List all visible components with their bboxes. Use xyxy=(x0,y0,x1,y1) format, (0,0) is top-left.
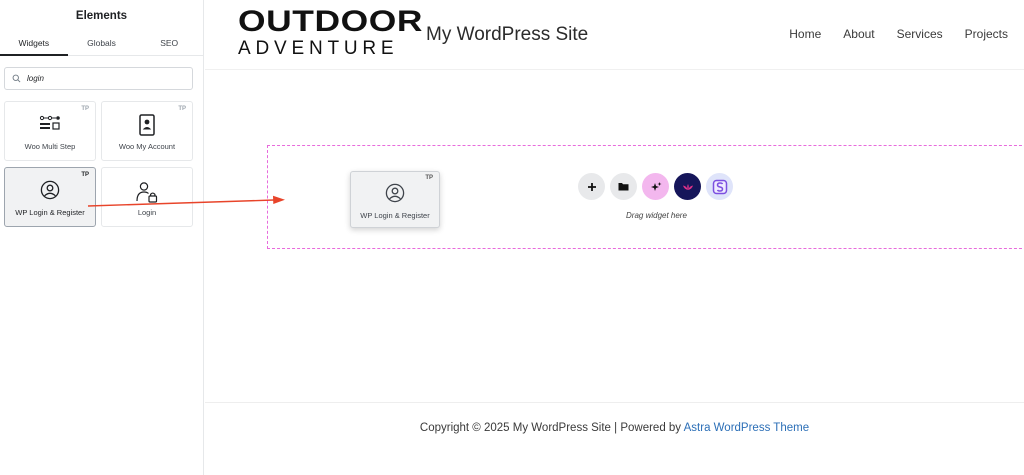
account-card-icon xyxy=(102,114,192,136)
drop-zone-actions xyxy=(578,173,738,200)
widget-woo-my-account[interactable]: TP Woo My Account xyxy=(101,101,193,161)
site-title[interactable]: My WordPress Site xyxy=(426,24,588,46)
search-input[interactable] xyxy=(27,74,187,83)
widget-wp-login-register[interactable]: TP WP Login & Register xyxy=(4,167,96,227)
widget-label: Login xyxy=(137,208,157,217)
nav-home[interactable]: Home xyxy=(789,27,821,41)
tp-badge: TP xyxy=(81,106,89,112)
tp-badge: TP xyxy=(178,106,186,112)
lotus-icon xyxy=(682,183,693,190)
user-circle-icon xyxy=(351,183,439,203)
panel-title: Elements xyxy=(75,9,128,22)
folder-icon xyxy=(618,183,629,191)
widget-label: WP Login & Register xyxy=(360,211,430,220)
site-footer: Copyright © 2025 My WordPress Site | Pow… xyxy=(205,402,1024,475)
copyright-text: Copyright © 2025 My WordPress Site | Pow… xyxy=(205,422,1024,434)
user-lock-icon xyxy=(102,180,192,203)
editor-canvas: OUTDOOR ADVENTURE My WordPress Site Home… xyxy=(205,0,1024,475)
lotus-addon-button[interactable] xyxy=(674,173,701,200)
logo-line-2: ADVENTURE xyxy=(238,38,399,59)
widget-label: Woo Multi Step xyxy=(24,142,76,151)
add-section-button[interactable] xyxy=(578,173,605,200)
logo-line-1: OUTDOOR xyxy=(238,5,424,38)
nav-projects[interactable]: Projects xyxy=(965,27,1008,41)
ai-button[interactable] xyxy=(642,173,669,200)
theme-link[interactable]: Astra WordPress Theme xyxy=(684,422,809,434)
widget-label: Woo My Account xyxy=(118,142,176,151)
elements-panel: Elements Widgets Globals SEO TP Woo Mult… xyxy=(0,0,204,475)
widget-label: WP Login & Register xyxy=(15,208,85,217)
plus-icon xyxy=(587,182,596,191)
panel-tabs: Widgets Globals SEO xyxy=(0,31,203,56)
main-nav: Home About Services Projects xyxy=(789,27,1024,41)
nav-services[interactable]: Services xyxy=(897,27,943,41)
tab-widgets[interactable]: Widgets xyxy=(0,31,68,56)
tab-globals[interactable]: Globals xyxy=(68,31,136,55)
tab-seo[interactable]: SEO xyxy=(135,31,203,55)
dragged-widget-ghost[interactable]: TP WP Login & Register xyxy=(350,171,440,228)
drag-widget-hint: Drag widget here xyxy=(626,211,687,220)
tp-badge: TP xyxy=(425,175,433,181)
sparkle-icon xyxy=(650,181,661,191)
user-circle-icon xyxy=(5,180,95,200)
tp-badge: TP xyxy=(81,172,89,178)
s-addon-button[interactable] xyxy=(706,173,733,200)
search-icon xyxy=(12,74,21,83)
copyright-prefix: Copyright © 2025 My WordPress Site | Pow… xyxy=(419,422,684,434)
add-template-button[interactable] xyxy=(610,173,637,200)
multi-step-icon xyxy=(5,114,95,134)
widget-woo-multi-step[interactable]: TP Woo Multi Step xyxy=(4,101,96,161)
s-logo-icon xyxy=(712,179,727,194)
widget-search[interactable] xyxy=(4,67,193,90)
site-header: OUTDOOR ADVENTURE My WordPress Site Home… xyxy=(205,0,1024,70)
site-logo[interactable]: OUTDOOR ADVENTURE xyxy=(238,7,422,59)
nav-about[interactable]: About xyxy=(843,27,874,41)
widget-login[interactable]: Login xyxy=(101,167,193,227)
